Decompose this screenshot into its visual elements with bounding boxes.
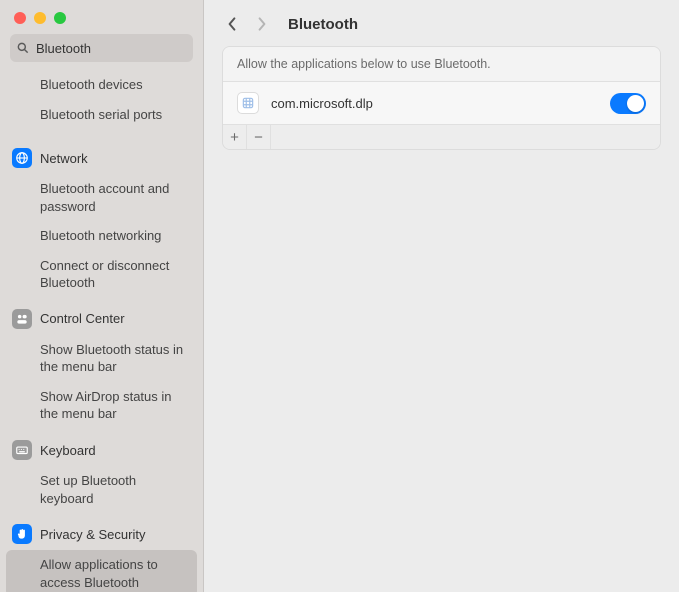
add-app-button[interactable]: +: [223, 125, 247, 149]
section-title: Keyboard: [40, 443, 96, 458]
forward-button[interactable]: [252, 14, 272, 34]
section-header-privacy[interactable]: Privacy & Security: [0, 517, 203, 550]
chevron-left-icon: [226, 16, 238, 32]
sidebar-section-privacy: Privacy & Security Allow applications to…: [0, 513, 203, 592]
hand-icon: [12, 524, 32, 544]
sidebar: Bluetooth devices Bluetooth serial ports…: [0, 0, 204, 592]
traffic-lights: [0, 0, 203, 34]
panel-footer: + −: [223, 124, 660, 149]
section-header-keyboard[interactable]: Keyboard: [0, 433, 203, 466]
sidebar-item-bt-keyboard[interactable]: Set up Bluetooth keyboard: [0, 466, 203, 513]
app-name: com.microsoft.dlp: [271, 96, 598, 111]
sidebar-item-bt-connect[interactable]: Connect or disconnect Bluetooth: [0, 251, 203, 298]
content: Allow the applications below to use Blue…: [204, 46, 679, 150]
bluetooth-apps-panel: Allow the applications below to use Blue…: [222, 46, 661, 150]
sidebar-item-bt-networking[interactable]: Bluetooth networking: [0, 221, 203, 251]
app-icon: [237, 92, 259, 114]
sidebar-top-group: Bluetooth devices Bluetooth serial ports: [0, 70, 203, 137]
page-title: Bluetooth: [288, 16, 358, 33]
globe-icon: [12, 148, 32, 168]
settings-window: Bluetooth devices Bluetooth serial ports…: [0, 0, 679, 592]
minimize-window-button[interactable]: [34, 12, 46, 24]
section-title: Control Center: [40, 311, 125, 326]
section-header-controlcenter[interactable]: Control Center: [0, 302, 203, 335]
panel-description: Allow the applications below to use Blue…: [223, 47, 660, 82]
sidebar-section-keyboard: Keyboard Set up Bluetooth keyboard: [0, 429, 203, 513]
sidebar-item-bluetooth-serial-ports[interactable]: Bluetooth serial ports: [0, 100, 203, 130]
section-title: Privacy & Security: [40, 527, 145, 542]
search-box[interactable]: [10, 34, 193, 62]
sidebar-item-bt-account[interactable]: Bluetooth account and password: [0, 174, 203, 221]
close-window-button[interactable]: [14, 12, 26, 24]
chevron-right-icon: [256, 16, 268, 32]
sidebar-section-network: Network Bluetooth account and password B…: [0, 137, 203, 298]
maximize-window-button[interactable]: [54, 12, 66, 24]
remove-app-button[interactable]: −: [247, 125, 271, 149]
app-row: com.microsoft.dlp: [223, 82, 660, 124]
main-content: Bluetooth Allow the applications below t…: [204, 0, 679, 592]
keyboard-icon: [12, 440, 32, 460]
header: Bluetooth: [204, 0, 679, 46]
app-toggle[interactable]: [610, 93, 646, 114]
search-input[interactable]: [30, 41, 204, 56]
search-icon: [16, 41, 30, 55]
section-header-network[interactable]: Network: [0, 141, 203, 174]
sidebar-item-allow-bluetooth[interactable]: Allow applications to access Bluetooth: [6, 550, 197, 592]
sidebar-item-bluetooth-devices[interactable]: Bluetooth devices: [0, 70, 203, 100]
sidebar-item-bt-menubar[interactable]: Show Bluetooth status in the menu bar: [0, 335, 203, 382]
sidebar-section-controlcenter: Control Center Show Bluetooth status in …: [0, 298, 203, 429]
sidebar-item-airdrop-menubar[interactable]: Show AirDrop status in the menu bar: [0, 382, 203, 429]
search-wrap: [0, 34, 203, 70]
controlcenter-icon: [12, 309, 32, 329]
back-button[interactable]: [222, 14, 242, 34]
section-title: Network: [40, 151, 88, 166]
